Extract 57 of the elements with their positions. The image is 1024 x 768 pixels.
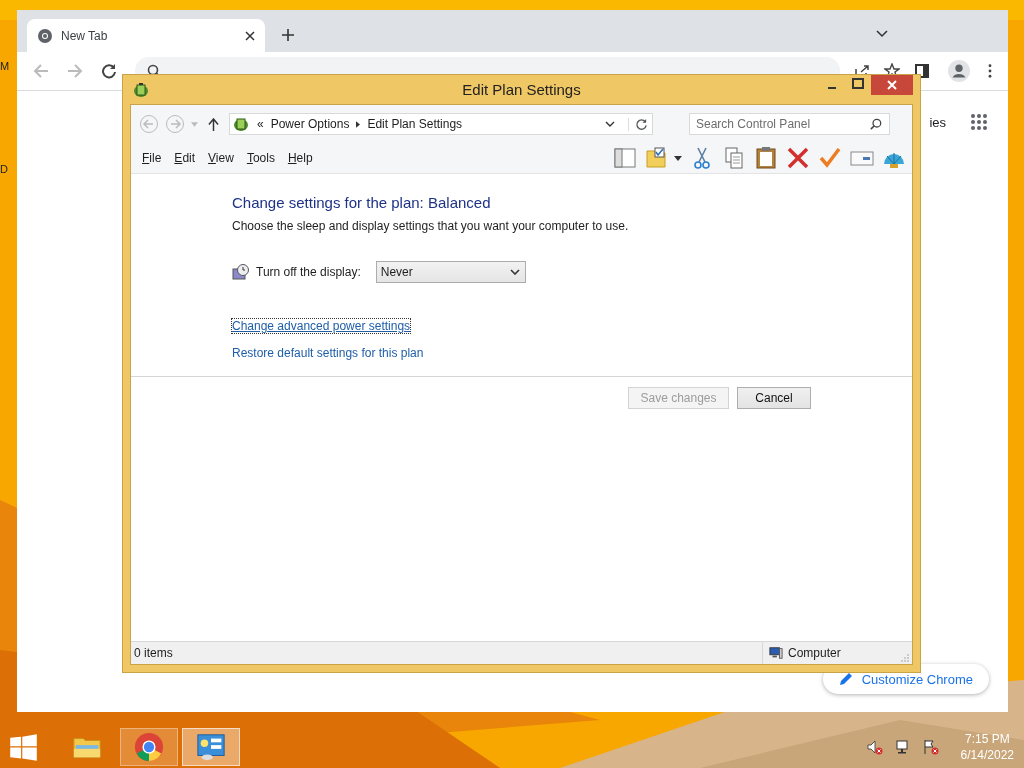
network-icon[interactable] bbox=[894, 739, 911, 755]
menu-item[interactable]: Edit bbox=[172, 151, 198, 165]
images-link[interactable]: ies bbox=[929, 114, 946, 130]
address-bar[interactable]: « Power Options Edit Plan Settings bbox=[229, 113, 653, 135]
link[interactable]: Restore default settings for this plan bbox=[232, 346, 424, 360]
avatar-icon[interactable] bbox=[948, 60, 970, 82]
setting-label: Turn off the display: bbox=[256, 265, 361, 279]
menu-item[interactable]: File bbox=[140, 151, 164, 165]
link[interactable]: Change advanced power settings bbox=[232, 319, 411, 333]
taskbar-button[interactable] bbox=[182, 728, 240, 766]
menu-item[interactable]: Tools bbox=[244, 151, 277, 165]
delete-x-icon[interactable] bbox=[786, 146, 810, 170]
checkmark-icon[interactable] bbox=[818, 146, 842, 170]
taskbar-button[interactable] bbox=[120, 728, 178, 766]
page-description: Choose the sleep and display settings that you want your computer to use. bbox=[232, 219, 630, 233]
breadcrumb-item[interactable]: Edit Plan Settings bbox=[367, 117, 463, 131]
flag-alert-icon[interactable] bbox=[922, 739, 939, 755]
desktop-icon-label[interactable]: M bbox=[0, 60, 10, 72]
clipboard-icon[interactable] bbox=[754, 146, 778, 170]
status-location: Computer bbox=[788, 646, 841, 660]
chrome-icon bbox=[134, 732, 164, 762]
computer-icon bbox=[769, 646, 783, 660]
tab-title: New Tab bbox=[61, 28, 109, 43]
apps-grid-icon[interactable] bbox=[970, 113, 988, 131]
refresh-icon[interactable] bbox=[628, 117, 648, 131]
windows-logo-icon[interactable] bbox=[9, 732, 38, 762]
reload-icon[interactable] bbox=[101, 63, 117, 79]
caret-icon[interactable] bbox=[674, 155, 682, 161]
page-heading: Change settings for the plan: Balanced bbox=[232, 194, 492, 211]
menu-item[interactable]: View bbox=[206, 151, 236, 165]
menu-icon[interactable] bbox=[988, 64, 992, 78]
desktop-icon-label[interactable]: D bbox=[0, 163, 8, 175]
folder-check-icon[interactable] bbox=[645, 146, 669, 170]
breadcrumb-item[interactable]: Power Options bbox=[270, 117, 350, 131]
status-text: 0 items bbox=[134, 646, 174, 660]
side-panel-icon[interactable] bbox=[914, 63, 930, 79]
up-arrow-icon[interactable] bbox=[208, 117, 219, 131]
chevron-right-icon[interactable] bbox=[356, 120, 361, 128]
menu-item[interactable]: Help bbox=[285, 151, 315, 165]
browser-tab[interactable]: New Tab bbox=[27, 19, 265, 52]
monitor-clock-icon bbox=[232, 263, 250, 281]
control-panel-icon bbox=[196, 732, 226, 762]
dropdown[interactable]: Never bbox=[375, 261, 526, 283]
speaker-muted-icon[interactable] bbox=[866, 739, 883, 755]
dialog-button[interactable]: Cancel bbox=[737, 387, 811, 409]
search-field[interactable]: Search Control Panel bbox=[689, 113, 890, 135]
resize-grip-icon[interactable] bbox=[901, 654, 909, 662]
chevron-down-icon[interactable] bbox=[876, 30, 888, 38]
search-icon bbox=[870, 118, 882, 130]
chevron-down-icon[interactable] bbox=[605, 121, 615, 127]
chevron-down-icon bbox=[509, 269, 520, 275]
breadcrumb-overflow[interactable]: « bbox=[257, 117, 264, 131]
chrome-icon bbox=[37, 27, 53, 44]
close-icon[interactable] bbox=[245, 30, 255, 41]
window-title: Edit Plan Settings bbox=[462, 81, 581, 98]
layout-pane-icon[interactable] bbox=[613, 146, 637, 170]
plus-icon[interactable] bbox=[282, 29, 294, 41]
